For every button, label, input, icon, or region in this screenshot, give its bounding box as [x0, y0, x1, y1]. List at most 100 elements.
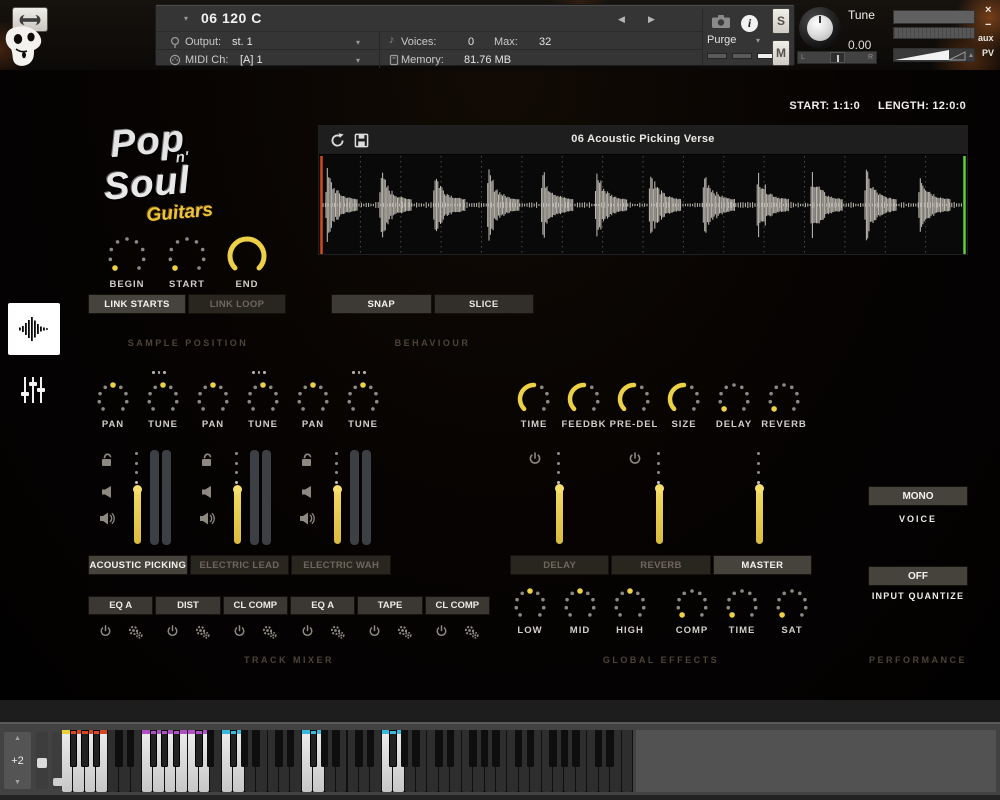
white-key[interactable]: [622, 730, 632, 792]
knob-comp[interactable]: COMP: [667, 586, 717, 636]
black-key[interactable]: [606, 730, 613, 767]
knob-pan[interactable]: PAN: [288, 380, 338, 430]
black-key[interactable]: [355, 730, 362, 767]
knob-start[interactable]: START: [157, 234, 217, 290]
lock-open-icon[interactable]: [300, 452, 314, 467]
power-icon[interactable]: [435, 625, 448, 638]
piano-keyboard[interactable]: [62, 730, 633, 792]
gear-icon[interactable]: [397, 625, 412, 639]
black-key[interactable]: [321, 730, 328, 767]
black-key[interactable]: [481, 730, 488, 767]
black-key[interactable]: [275, 730, 282, 767]
power-icon[interactable]: [628, 452, 642, 466]
black-key[interactable]: [150, 730, 157, 767]
knob-reverb[interactable]: REVERB: [759, 380, 809, 430]
black-key[interactable]: [252, 730, 259, 767]
midi-value[interactable]: [A] 1: [240, 54, 263, 66]
knob-pre-del[interactable]: PRE-DEL: [609, 380, 659, 430]
delay-level-fader[interactable]: [556, 486, 563, 544]
black-key[interactable]: [70, 730, 77, 767]
pan-handle[interactable]: [830, 52, 845, 63]
transpose-down-arrow[interactable]: ▼: [14, 779, 21, 786]
mute-speaker-icon[interactable]: [202, 486, 212, 498]
black-key[interactable]: [492, 730, 499, 767]
speaker-loud-icon[interactable]: [100, 512, 115, 525]
knob-end[interactable]: END: [217, 234, 277, 290]
black-key[interactable]: [515, 730, 522, 767]
knob-delay[interactable]: DELAY: [709, 380, 759, 430]
knob-pan[interactable]: PAN: [188, 380, 238, 430]
output-dropdown-arrow[interactable]: ▾: [356, 38, 360, 47]
knob-sat[interactable]: SAT: [767, 586, 817, 636]
tune-menu-dots[interactable]: [252, 371, 266, 374]
fx-slot-tape[interactable]: TAPE: [357, 596, 422, 615]
black-key[interactable]: [401, 730, 408, 767]
effects-tab-master[interactable]: MASTER: [713, 555, 812, 575]
mute-button[interactable]: M: [772, 40, 790, 66]
knob-low[interactable]: LOW: [505, 586, 555, 636]
mixer-tab-electric-lead[interactable]: ELECTRIC LEAD: [190, 555, 290, 575]
gear-icon[interactable]: [262, 625, 277, 639]
black-key[interactable]: [81, 730, 88, 767]
tune-knob[interactable]: [799, 7, 841, 49]
mute-speaker-icon[interactable]: [302, 486, 312, 498]
purge-label[interactable]: Purge: [707, 34, 736, 46]
link-tab-link-starts[interactable]: LINK STARTS: [88, 294, 186, 314]
page-tab-mixer[interactable]: [20, 375, 46, 410]
snapshot-camera-icon[interactable]: [711, 14, 731, 29]
gear-icon[interactable]: [128, 625, 143, 639]
volume-fader[interactable]: [134, 487, 141, 544]
close-button[interactable]: ×: [985, 4, 991, 16]
knob-tune[interactable]: TUNE: [338, 380, 388, 430]
black-key[interactable]: [469, 730, 476, 767]
instrument-title[interactable]: 06 120 C: [201, 10, 262, 26]
gear-icon[interactable]: [464, 625, 479, 639]
knob-time[interactable]: TIME: [717, 586, 767, 636]
knob-high[interactable]: HIGH: [605, 586, 655, 636]
solo-button[interactable]: S: [772, 8, 790, 34]
fx-slot-dist[interactable]: DIST: [155, 596, 220, 615]
gear-icon[interactable]: [330, 625, 345, 639]
black-key[interactable]: [310, 730, 317, 767]
volume-slider[interactable]: [893, 48, 975, 62]
fx-slot-cl-comp[interactable]: CL COMP: [425, 596, 490, 615]
black-key[interactable]: [447, 730, 454, 767]
volume-fader[interactable]: [334, 487, 341, 544]
pv-toggle[interactable]: PV: [982, 48, 994, 58]
loop-title[interactable]: 06 Acoustic Picking Verse: [319, 133, 967, 145]
input-quantize-button[interactable]: OFF: [868, 566, 968, 586]
link-tab-link-loop[interactable]: LINK LOOP: [188, 294, 286, 314]
knob-tune[interactable]: TUNE: [238, 380, 288, 430]
black-key[interactable]: [412, 730, 419, 767]
black-key[interactable]: [389, 730, 396, 767]
master-level-fader[interactable]: [756, 486, 763, 544]
black-key[interactable]: [435, 730, 442, 767]
knob-tune[interactable]: TUNE: [138, 380, 188, 430]
instrument-menu-arrow[interactable]: ▾: [184, 14, 188, 23]
transpose-control[interactable]: ▲ +2 ▼: [4, 732, 31, 789]
knob-time[interactable]: TIME: [509, 380, 559, 430]
aux-toggle[interactable]: aux: [978, 33, 994, 43]
power-icon[interactable]: [99, 625, 112, 638]
lock-open-icon[interactable]: [100, 452, 114, 467]
transpose-up-arrow[interactable]: ▲: [14, 735, 21, 742]
behaviour-tab-snap[interactable]: SNAP: [331, 294, 432, 314]
fx-slot-eq-a[interactable]: EQ A: [290, 596, 355, 615]
knob-feedbk[interactable]: FEEDBK: [559, 380, 609, 430]
black-key[interactable]: [561, 730, 568, 767]
black-key[interactable]: [549, 730, 556, 767]
power-icon[interactable]: [368, 625, 381, 638]
info-button[interactable]: i: [741, 15, 758, 32]
black-key[interactable]: [173, 730, 180, 767]
reverb-level-fader[interactable]: [656, 486, 663, 544]
knob-mid[interactable]: MID: [555, 586, 605, 636]
black-key[interactable]: [207, 730, 214, 767]
black-key[interactable]: [115, 730, 122, 767]
knob-begin[interactable]: BEGIN: [97, 234, 157, 290]
mixer-tab-acoustic-picking[interactable]: ACOUSTIC PICKING: [88, 555, 188, 575]
midi-dropdown-arrow[interactable]: ▾: [356, 56, 360, 65]
black-key[interactable]: [332, 730, 339, 767]
black-key[interactable]: [287, 730, 294, 767]
black-key[interactable]: [93, 730, 100, 767]
black-key[interactable]: [230, 730, 237, 767]
